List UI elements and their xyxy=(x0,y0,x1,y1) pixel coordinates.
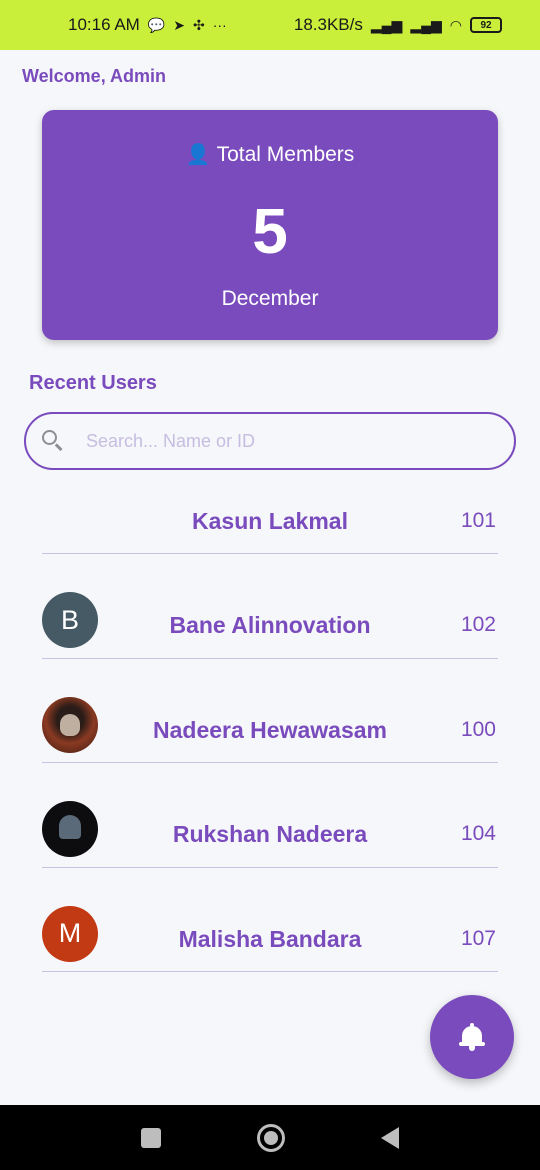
back-icon[interactable] xyxy=(381,1126,399,1149)
user-id: 104 xyxy=(460,822,496,845)
system-nav-bar xyxy=(0,1105,540,1170)
home-icon[interactable] xyxy=(257,1123,285,1152)
status-time: 10:16 AM xyxy=(68,15,140,34)
user-id: 107 xyxy=(460,926,496,950)
user-name: Rukshan Nadeera xyxy=(172,821,368,847)
telegram-icon: ➤ xyxy=(173,17,185,33)
status-bar: 10:16 AM 💬 ➤ ✣ ··· 18.3KB/s ▂▄▆ ▂▄▆ ◠ 92 xyxy=(0,0,540,50)
user-id: 102 xyxy=(460,613,496,636)
search-input[interactable] xyxy=(86,430,486,452)
user-name: Malisha Bandara xyxy=(178,925,362,952)
members-count: 5 xyxy=(252,195,288,267)
notifications-fab[interactable] xyxy=(430,995,514,1079)
user-name: Bane Alinnovation xyxy=(169,612,371,638)
signal-icon-2: ▂▄▆ xyxy=(410,17,442,33)
card-month: December xyxy=(221,287,319,310)
status-left: 10:16 AM 💬 ➤ ✣ ··· xyxy=(68,15,227,35)
battery-icon: 92 xyxy=(470,17,502,33)
more-dots: ··· xyxy=(212,17,227,33)
welcome-text: Welcome, Admin xyxy=(22,66,167,86)
network-speed: 18.3KB/s xyxy=(293,15,363,34)
user-row[interactable]: Nadeera Hewawasam 100 xyxy=(42,659,498,763)
user-name: Nadeera Hewawasam xyxy=(153,716,387,743)
user-name: Kasun Lakmal xyxy=(192,508,348,534)
card-title: 👤 Total Members xyxy=(42,142,498,167)
user-row[interactable]: B Bane Alinnovation 102 xyxy=(42,554,498,659)
search-box[interactable] xyxy=(24,412,516,470)
user-id: 100 xyxy=(460,717,496,741)
bell-icon xyxy=(459,1023,485,1051)
search-icon xyxy=(40,428,66,454)
person-icon: 👤 xyxy=(185,144,211,166)
pinwheel-icon: ✣ xyxy=(193,17,205,33)
recents-icon[interactable] xyxy=(141,1127,161,1148)
chat-icon: 💬 xyxy=(147,17,166,33)
wifi-icon: ◠ xyxy=(449,17,462,33)
card-title-label: Total Members xyxy=(216,142,355,166)
user-row[interactable]: Rukshan Nadeera 104 xyxy=(42,763,498,868)
user-id: 101 xyxy=(460,509,496,532)
recent-users-title: Recent Users xyxy=(29,372,157,394)
user-list: Kasun Lakmal 101 B Bane Alinnovation 102… xyxy=(42,472,498,972)
user-row[interactable]: Kasun Lakmal 101 xyxy=(42,472,498,554)
status-right: 18.3KB/s ▂▄▆ ▂▄▆ ◠ 92 xyxy=(294,15,502,35)
total-members-card: 👤 Total Members 5 December xyxy=(42,110,498,340)
signal-icon: ▂▄▆ xyxy=(370,17,403,33)
user-row[interactable]: M Malisha Bandara 107 xyxy=(42,868,498,972)
